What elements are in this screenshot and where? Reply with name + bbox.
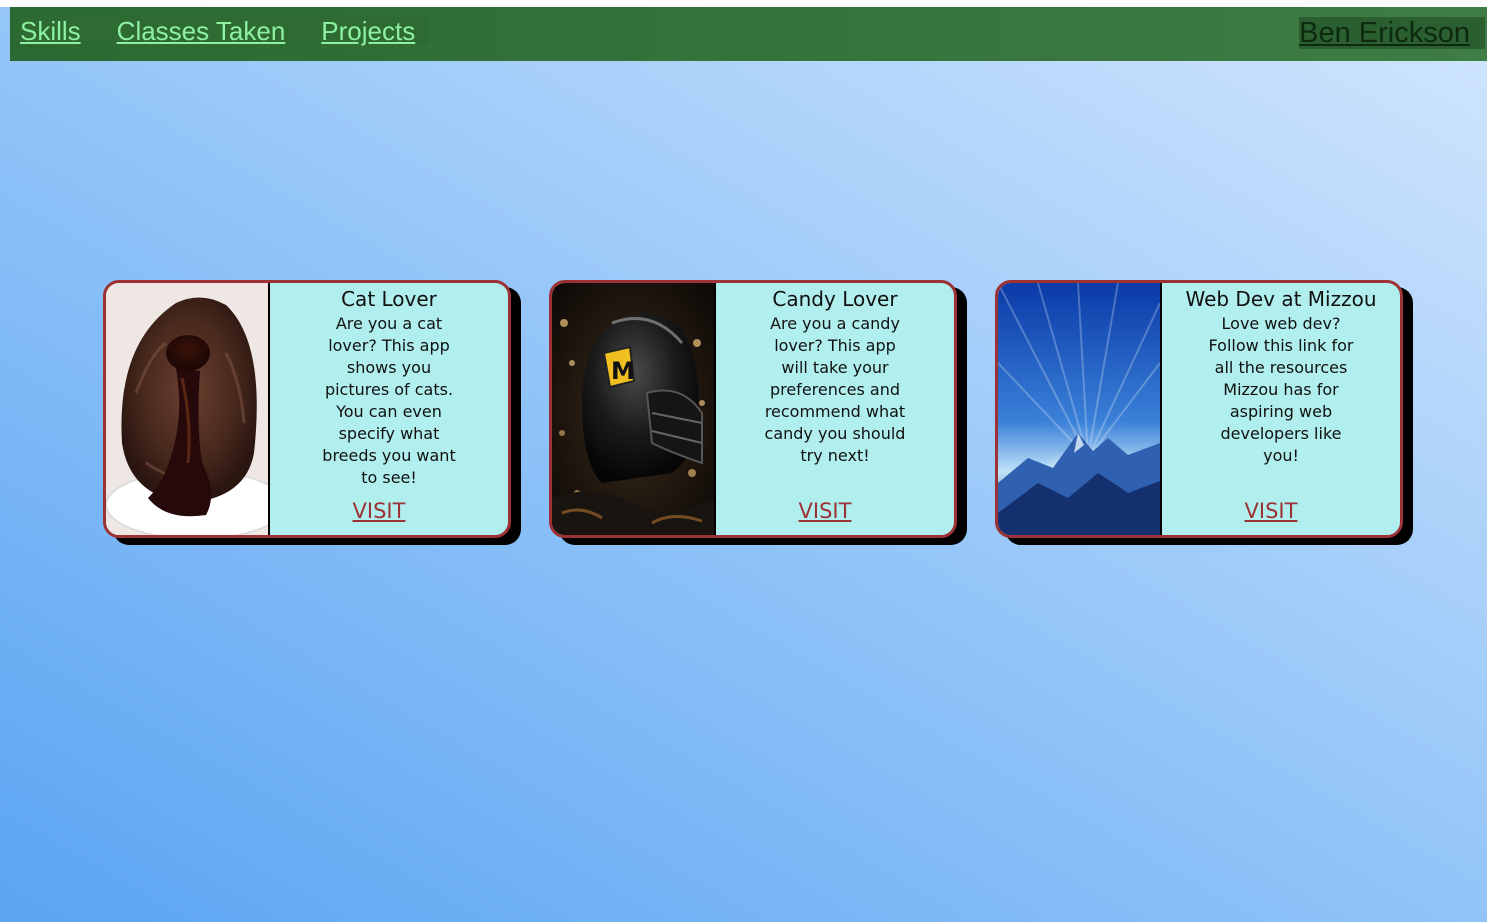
brand-name-link[interactable]: Ben Erickson	[1299, 17, 1485, 49]
project-card-web-dev-at-mizzou: Web Dev at Mizzou Love web dev? Follow t…	[995, 280, 1403, 538]
mizzou-helmet-image: M	[552, 283, 716, 535]
blue-mountain-image	[998, 283, 1162, 535]
chocolate-lava-cake-image	[106, 283, 270, 535]
svg-text:M: M	[611, 357, 635, 385]
nav-links: Skills Classes Taken Projects	[20, 17, 430, 45]
visit-link-cat-lover[interactable]: VISIT	[270, 499, 488, 523]
card-title: Web Dev at Mizzou	[1185, 287, 1377, 311]
nav-link-skills[interactable]: Skills	[20, 17, 81, 45]
nav-link-classes-taken[interactable]: Classes Taken	[117, 17, 286, 45]
card-body: Web Dev at Mizzou Love web dev? Follow t…	[1162, 283, 1400, 535]
card-description: Are you a cat lover? This app shows you …	[322, 314, 456, 487]
top-navigation-bar: Skills Classes Taken Projects Ben Ericks…	[10, 7, 1487, 61]
card-body: Cat Lover Are you a cat lover? This app …	[270, 283, 508, 535]
card-description: Are you a candy lover? This app will tak…	[764, 314, 906, 465]
card-title: Candy Lover	[772, 287, 898, 311]
card-title: Cat Lover	[341, 287, 437, 311]
visit-link-web-dev-at-mizzou[interactable]: VISIT	[1162, 499, 1380, 523]
project-card-candy-lover: M Candy Lover Are you a candy lover? Thi…	[549, 280, 957, 538]
nav-link-projects[interactable]: Projects	[321, 17, 415, 45]
card-description: Love web dev? Follow this link for all t…	[1208, 314, 1354, 465]
visit-link-candy-lover[interactable]: VISIT	[716, 499, 934, 523]
top-edge	[0, 0, 1487, 7]
card-body: Candy Lover Are you a candy lover? This …	[716, 283, 954, 535]
project-card-cat-lover: Cat Lover Are you a cat lover? This app …	[103, 280, 511, 538]
